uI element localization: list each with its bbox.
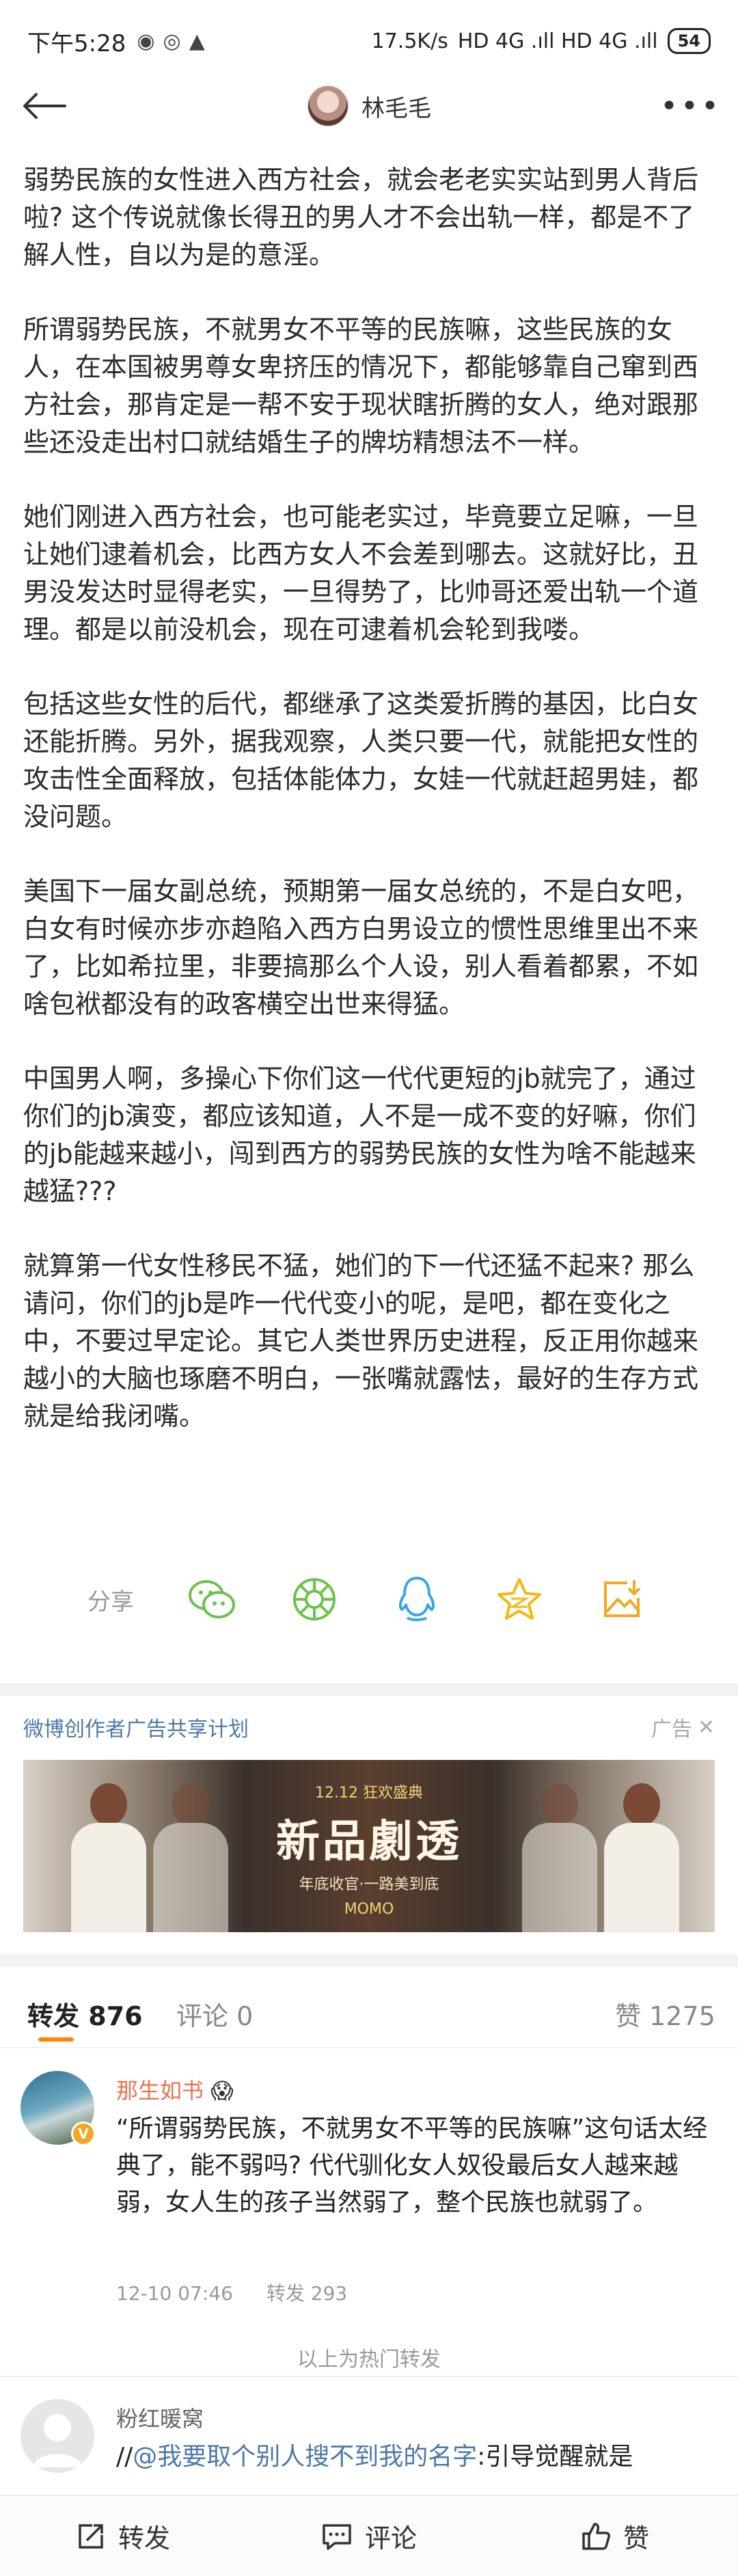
repost-text-body: :引导觉醒就是 [477,2443,633,2471]
weibo-notification-icon: ◉ [137,29,155,53]
repost-meta: 12-10 07:46 转发 293 [116,2279,374,2306]
ad-header: 微博创作者广告共享计划 广告 ✕ [23,1710,715,1744]
save-image-icon [604,1580,641,1617]
tab-reposts-count: 876 [88,2001,143,2031]
app-notification-icon: ▲ [189,29,205,53]
ad-title: 新品劇透 [276,1816,462,1867]
tab-comments-count: 0 [236,2001,254,2031]
tab-comments-label: 评论 [176,2001,229,2031]
ad-program-link[interactable]: 微博创作者广告共享计划 [23,1712,249,1742]
ad-banner[interactable]: 12.12 狂欢盛典 新品劇透 年底收官·一路美到底 MOMO [23,1760,715,1932]
repost-username[interactable]: 那生如书 😱 [116,2074,234,2105]
post-body: 弱势民族的女性进入西方社会，就会老老实实站到男人背后啦? 这个传说就像长得丑的男… [23,161,715,1472]
ad-subtitle: 年底收官·一路美到底 [299,1876,439,1893]
hot-reposts-divider: 以上为热门转发 [0,2339,738,2377]
bottom-action-bar: 转发 评论 赞 [0,2495,738,2576]
post-paragraph: 弱势民族的女性进入西方社会，就会老老实实站到男人背后啦? 这个传说就像长得丑的男… [23,165,699,270]
repost-item[interactable]: V 那生如书 😱 “所谓弱势民族，不就男女不平等的民族嘛”这句话太经典了，能不弱… [0,2064,738,2331]
tab-reposts[interactable]: 转发 876 [27,1995,143,2033]
repost-button-label: 转发 [118,2523,170,2553]
repost-username-text[interactable]: 那生如书 [116,2078,204,2104]
qq-share-button[interactable] [391,1573,443,1625]
close-icon: ✕ [697,1715,715,1739]
divider [0,2047,738,2048]
nav-username[interactable]: 林毛毛 [361,90,431,123]
post-paragraph: 中国男人啊，多操心下你们这一代代更短的jb就完了，通过你们的jb演变，都应该知道… [23,1063,696,1206]
tab-reposts-label: 转发 [27,2001,80,2031]
interaction-tabs: 转发 876 评论 0 赞 1275 [0,1985,738,2042]
ad-center-text: 12.12 狂欢盛典 新品劇透 年底收官·一路美到底 MOMO [256,1780,482,1918]
ad-model-image [133,1768,249,1932]
section-divider [0,1955,738,1967]
tab-likes-count: 1275 [649,2001,715,2031]
active-tab-indicator [38,2037,74,2042]
moments-share-button[interactable] [288,1573,340,1625]
repost-count[interactable]: 转发 293 [266,2282,347,2305]
section-divider [0,1683,738,1696]
battery-icon: 54 [667,28,711,54]
like-button-label: 赞 [623,2523,649,2553]
qzone-share-button[interactable] [493,1573,545,1625]
nav-bar: 林毛毛 ••• [0,75,738,137]
more-options-button[interactable]: ••• [660,82,722,130]
post-paragraph: 所谓弱势民族，不就男女不平等的民族嘛，这些民族的女人，在本国被男尊女卑挤压的情况… [23,314,699,457]
more-icon: ••• [660,88,722,124]
thumbs-up-icon [582,2522,610,2550]
avatar[interactable] [20,2399,94,2473]
signal-indicators: HD 4G .ıll HD 4G .ıll [457,29,658,53]
comment-button-label: 评论 [364,2523,417,2553]
status-time: 下午5:28 [27,29,126,57]
repost-prefix: // [116,2443,133,2471]
ad-close-button[interactable]: 广告 ✕ [651,1712,715,1742]
repost-text: //@我要取个别人搜不到我的名字:引导觉醒就是 [116,2439,711,2476]
tab-likes-label: 赞 [615,2001,642,2031]
wechat-icon [189,1580,235,1618]
repost-icon [79,2523,103,2549]
ad-model-image [584,1768,700,1932]
qzone-icon [497,1578,541,1620]
nav-user[interactable]: 林毛毛 [0,75,738,137]
repost-item[interactable]: 粉红暖窝 //@我要取个别人搜不到我的名字:引导觉醒就是 [0,2392,738,2495]
ad-date: 12.12 狂欢盛典 [315,1785,423,1802]
wechat-share-button[interactable] [186,1573,238,1625]
tab-likes[interactable]: 赞 1275 [615,1995,715,2033]
repost-text: “所谓弱势民族，不就男女不平等的民族嘛”这句话太经典了，能不弱吗? 代代驯化女人… [116,2115,708,2216]
member-emoji-icon: 😱 [210,2078,234,2104]
hotspot-icon: ◎ [163,29,181,53]
moments-icon [293,1578,336,1621]
save-image-button[interactable] [596,1573,648,1625]
ad-tag-label: 广告 [651,1718,692,1741]
status-bar: 下午5:28 ◉ ◎ ▲ 17.5K/s HD 4G .ıll HD 4G .ı… [0,0,738,82]
share-row: 分享 [0,1569,738,1630]
qq-icon [398,1577,435,1621]
ad-brand: MOMO [344,1901,394,1918]
avatar[interactable] [307,85,349,127]
repost-button[interactable]: 转发 [0,2496,246,2576]
network-speed: 17.5K/s [371,29,448,53]
post-paragraph: 她们刚进入西方社会，也可能老实过，毕竟要立足嘛，一旦让她们逮着机会，比西方女人不… [23,502,699,645]
post-paragraph: 包括这些女性的后代，都继承了这类爱折腾的基因，比白女还能折腾。另外，据我观察，人… [23,689,699,832]
share-label: 分享 [87,1588,134,1616]
repost-username[interactable]: 粉红暖窝 [116,2402,204,2433]
verified-badge-icon: V [71,2121,96,2146]
comment-button[interactable]: 评论 [246,2496,492,2576]
like-button[interactable]: 赞 [492,2496,738,2576]
user-mention-link[interactable]: @我要取个别人搜不到我的名字 [133,2443,477,2471]
post-paragraph: 美国下一届女副总统，预期第一届女总统的，不是白女吧，白女有时候亦步亦趋陷入西方白… [23,876,699,1019]
repost-time: 12-10 07:46 [116,2282,233,2305]
comment-icon [323,2523,351,2550]
post-paragraph: 就算第一代女性移民不猛，她们的下一代还猛不起来? 那么请问，你们的jb是咋一代代… [23,1251,699,1431]
default-avatar-icon [33,2414,82,2467]
tab-comments[interactable]: 评论 0 [176,1995,253,2033]
